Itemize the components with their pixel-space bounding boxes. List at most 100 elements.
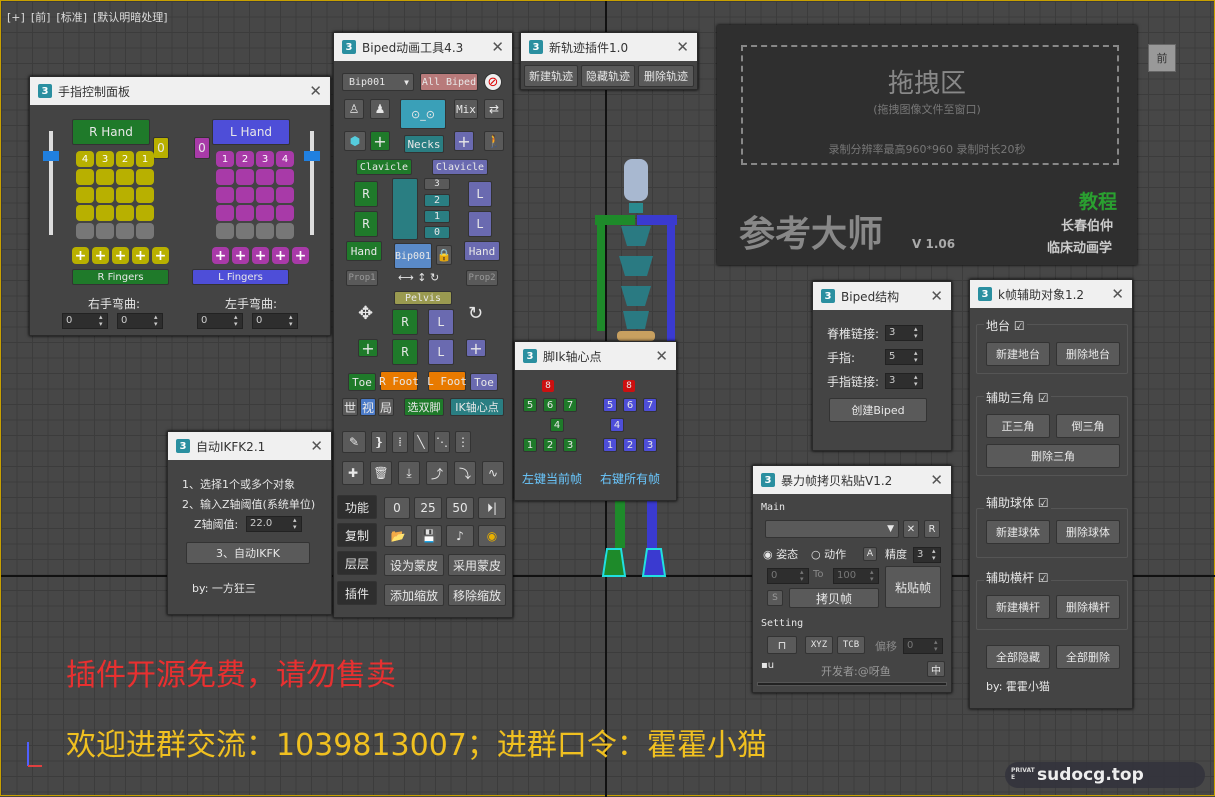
r-finger-cell[interactable]: [116, 205, 134, 221]
bracket-icon[interactable]: ❵: [371, 431, 387, 453]
fingers-input[interactable]: 5: [885, 349, 923, 365]
figure-mode-icon[interactable]: ♙: [344, 99, 364, 119]
prop1-button[interactable]: Prop1: [346, 270, 378, 286]
left-slider-handle[interactable]: [43, 151, 59, 161]
left-curl-spinner-1[interactable]: 0: [197, 313, 243, 329]
spine-2-button[interactable]: 2: [424, 194, 450, 207]
l-finger-cell[interactable]: [236, 223, 254, 239]
tab-copy[interactable]: 复制: [337, 523, 377, 547]
l-finger-plus-button[interactable]: +: [212, 247, 229, 264]
r-hand-button[interactable]: Hand: [346, 241, 382, 261]
r-finger-cell[interactable]: [76, 223, 94, 239]
close-icon[interactable]: ✕: [930, 471, 943, 489]
biped-tool-titlebar[interactable]: 3 Biped动画工具4.3 ✕: [334, 33, 512, 61]
l-fingers-button[interactable]: L Fingers: [192, 269, 289, 285]
close-icon[interactable]: ✕: [655, 347, 668, 365]
l-finger-cell[interactable]: [256, 223, 274, 239]
add-scale-button[interactable]: 添加缩放: [384, 584, 444, 606]
bip001-button[interactable]: Bip001: [394, 243, 432, 269]
move-icon[interactable]: ✥: [358, 303, 373, 324]
r-finger-cell[interactable]: [76, 205, 94, 221]
copy-frame-button[interactable]: 拷贝帧: [789, 588, 879, 608]
precision-input[interactable]: 3: [913, 547, 941, 563]
viewport-menu-plus[interactable]: [+]: [7, 11, 25, 24]
tab-plugins[interactable]: 插件: [337, 581, 377, 605]
set-skin-button[interactable]: 设为蒙皮: [384, 554, 444, 576]
r-foot-button[interactable]: R Foot: [379, 371, 419, 391]
head-button[interactable]: ⊙_⊙: [400, 99, 446, 129]
track-plugin-titlebar[interactable]: 3 新轨迹插件1.0 ✕: [521, 33, 697, 61]
r-finger-plus-button[interactable]: +: [132, 247, 149, 264]
hide-all-button[interactable]: 全部隐藏: [986, 645, 1050, 669]
l-finger-cell[interactable]: [216, 169, 234, 185]
l-finger-cell[interactable]: [236, 169, 254, 185]
l-pivot-1[interactable]: 1: [603, 438, 617, 452]
left-slider-track[interactable]: [49, 131, 53, 235]
new-platform-button[interactable]: 新建地台: [986, 342, 1050, 366]
slash-icon[interactable]: ╲: [413, 431, 429, 453]
viewport-view-label[interactable]: [前]: [31, 11, 51, 24]
from-frame-input[interactable]: 0: [767, 568, 809, 584]
r-finger-plus-button[interactable]: +: [112, 247, 129, 264]
right-slider-track[interactable]: [310, 131, 314, 235]
l-finger-cell[interactable]: [236, 205, 254, 221]
new-track-button[interactable]: 新建轨迹: [524, 65, 578, 87]
foot-ik-titlebar[interactable]: 3 脚Ik轴心点 ✕: [515, 342, 676, 370]
tool-icon-row-1[interactable]: ✎ ❵ ⁞ ╲ ⋱ ⋮: [342, 431, 506, 453]
r-thigh-button[interactable]: R: [392, 309, 418, 335]
a-button[interactable]: A: [863, 547, 877, 561]
r-finger-cell[interactable]: [96, 187, 114, 203]
l-finger-cell[interactable]: [216, 223, 234, 239]
r-pivot-8[interactable]: 8: [542, 380, 554, 392]
clear-button[interactable]: ✕: [903, 520, 919, 538]
tab-function[interactable]: 功能: [337, 495, 377, 519]
world-toggle[interactable]: 世: [342, 398, 358, 416]
mix-button[interactable]: Mix: [454, 99, 478, 119]
r-finger-cell[interactable]: [136, 187, 154, 203]
r-pivot-7[interactable]: 7: [563, 398, 577, 412]
triangle-checkbox[interactable]: ☑: [1038, 391, 1049, 405]
remove-scale-button[interactable]: 移除缩放: [448, 584, 506, 606]
viewport-mode-label[interactable]: [标准]: [56, 11, 87, 24]
left-curl-spinner-2[interactable]: 0: [252, 313, 298, 329]
r-finger-cell[interactable]: [136, 223, 154, 239]
delete-all-button[interactable]: 全部删除: [1056, 645, 1120, 669]
bar-checkbox[interactable]: ☑: [1038, 571, 1049, 585]
offset-input[interactable]: 0: [903, 638, 943, 654]
prop2-button[interactable]: Prop2: [466, 270, 498, 286]
finger-panel-titlebar[interactable]: 3 手指控制面板 ✕: [30, 77, 330, 105]
paint-tool-icon[interactable]: ✎: [342, 431, 366, 453]
delete-triangle-button[interactable]: 删除三角: [986, 444, 1120, 468]
kframe-titlebar[interactable]: 3 k帧辅助对象1.2 ✕: [970, 280, 1132, 308]
r-finger-cell[interactable]: [76, 187, 94, 203]
right-curl-spinner-2[interactable]: 0: [117, 313, 163, 329]
l-finger-cell[interactable]: [276, 223, 294, 239]
biped-struct-titlebar[interactable]: 3 Biped结构 ✕: [813, 282, 951, 310]
shuffle-icon[interactable]: ⇄: [484, 99, 504, 119]
r-pivot-3[interactable]: 3: [563, 438, 577, 452]
r-pivot-6[interactable]: 6: [543, 398, 557, 412]
view-cube[interactable]: 前: [1148, 44, 1176, 72]
r-finger-plus-button[interactable]: +: [72, 247, 89, 264]
curve-icon[interactable]: ∿: [482, 461, 504, 485]
folder-icon[interactable]: 📂: [384, 525, 412, 547]
close-icon[interactable]: ✕: [491, 38, 504, 56]
l-pivot-4[interactable]: 4: [610, 418, 624, 432]
refresh-button[interactable]: R: [924, 520, 940, 538]
up-triangle-button[interactable]: 正三角: [986, 414, 1050, 438]
r-pivot-4[interactable]: 4: [550, 418, 564, 432]
pose-radio[interactable]: ◉ 姿态: [763, 546, 798, 562]
move-rotate-icons[interactable]: ⟷ ↕ ↻: [398, 271, 439, 284]
forbid-icon[interactable]: ⊘: [484, 73, 502, 91]
delete-bar-button[interactable]: 删除横杆: [1056, 595, 1120, 619]
biped-pose-icon[interactable]: ♟: [370, 99, 390, 119]
r-finger-cell[interactable]: [116, 187, 134, 203]
r-finger-cell[interactable]: 2: [116, 151, 134, 167]
sphere-checkbox[interactable]: ☑: [1038, 496, 1049, 510]
select-both-feet-button[interactable]: 选双脚: [404, 398, 444, 416]
l-pivot-2[interactable]: 2: [623, 438, 637, 452]
frame-0-button[interactable]: 0: [384, 497, 410, 519]
l-finger-plus-button[interactable]: +: [292, 247, 309, 264]
close-icon[interactable]: ✕: [676, 38, 689, 56]
l-upperarm-button[interactable]: L: [468, 181, 492, 207]
